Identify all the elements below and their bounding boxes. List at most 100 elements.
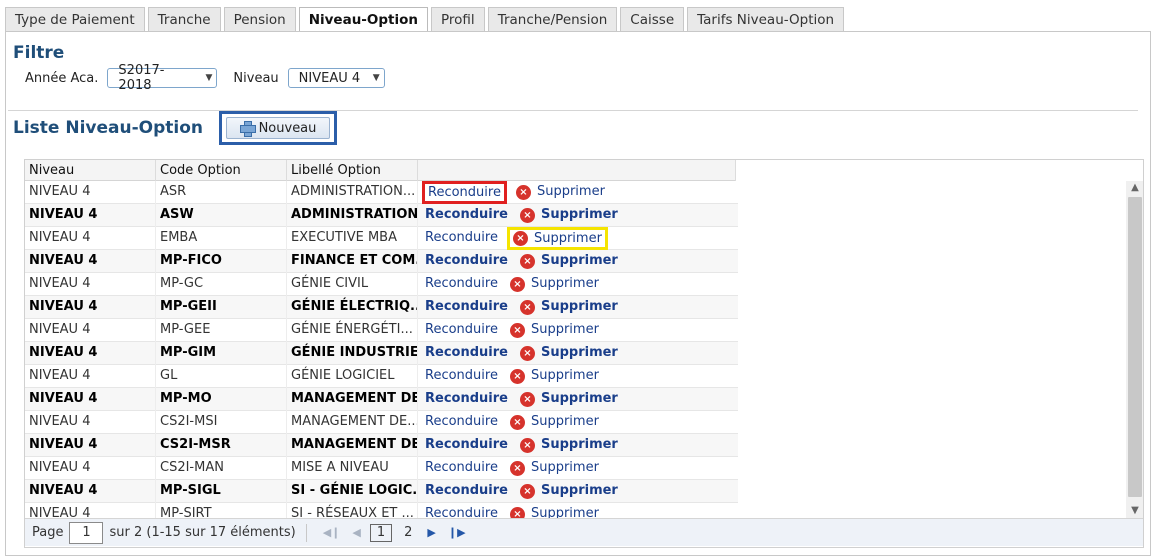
tab-niveau-option[interactable]: Niveau-Option	[298, 7, 429, 33]
column-header-libelle[interactable]: Libellé Option	[287, 160, 418, 181]
delete-link[interactable]: Supprimer	[531, 273, 599, 295]
delete-action[interactable]: × Supprimer	[517, 204, 621, 226]
renew-link[interactable]: Reconduire	[422, 480, 511, 502]
delete-action[interactable]: × Supprimer	[517, 296, 621, 318]
delete-action[interactable]: × Supprimer	[513, 181, 608, 203]
delete-action[interactable]: × Supprimer	[507, 457, 602, 479]
delete-circle-icon[interactable]: ×	[519, 207, 535, 223]
delete-link[interactable]: Supprimer	[541, 434, 618, 456]
table-row[interactable]: NIVEAU 4CS2I-MSRMANAGEMENT DE...Recondui…	[25, 433, 738, 457]
delete-circle-icon[interactable]: ×	[509, 368, 525, 384]
previous-page-icon[interactable]: ◀	[352, 526, 360, 539]
delete-circle-icon[interactable]: ×	[519, 299, 535, 315]
delete-link[interactable]: Supprimer	[541, 204, 618, 226]
delete-link[interactable]: Supprimer	[531, 411, 599, 433]
delete-circle-icon[interactable]: ×	[519, 483, 535, 499]
new-button[interactable]: Nouveau	[226, 117, 330, 139]
table-row[interactable]: NIVEAU 4 EMBA EXECUTIVE MBA Reconduire × Supp…	[25, 226, 738, 250]
plus-icon	[239, 121, 256, 137]
table-row[interactable]: NIVEAU 4 CS2I-MSI MANAGEMENT DE... Recondui…	[25, 410, 738, 434]
table-row[interactable]: NIVEAU 4ASWADMINISTRATION...Reconduire × S…	[25, 203, 738, 227]
table-row[interactable]: NIVEAU 4MP-MOMANAGEMENT DE...Reconduire ×…	[25, 387, 738, 411]
delete-circle-icon[interactable]: ×	[519, 437, 535, 453]
last-page-icon[interactable]: ❙▶	[448, 526, 466, 539]
delete-link[interactable]: Supprimer	[537, 181, 605, 203]
delete-circle-icon[interactable]: ×	[515, 184, 531, 200]
delete-link[interactable]: Supprimer	[541, 342, 618, 364]
renew-link[interactable]: Reconduire	[422, 250, 511, 272]
delete-circle-icon[interactable]: ×	[509, 414, 525, 430]
delete-action[interactable]: × Supprimer	[517, 342, 621, 364]
delete-action[interactable]: × Supprimer	[517, 250, 621, 272]
vertical-scrollbar[interactable]: ▲ ▼	[1126, 181, 1143, 518]
table-row[interactable]: NIVEAU 4 GL GÉNIE LOGICIEL Reconduire × Suppr…	[25, 364, 738, 388]
renew-link[interactable]: Reconduire	[422, 227, 501, 249]
renew-link[interactable]: Reconduire	[422, 204, 511, 226]
tab-tarifs-niveau-option[interactable]: Tarifs Niveau-Option	[687, 7, 845, 32]
page-input[interactable]: 1	[69, 521, 104, 544]
renew-link[interactable]: Reconduire	[422, 342, 511, 364]
page-number-current[interactable]: 1	[369, 523, 393, 542]
tab-profil[interactable]: Profil	[431, 7, 485, 32]
delete-circle-icon[interactable]: ×	[519, 345, 535, 361]
delete-link[interactable]: Supprimer	[541, 480, 618, 502]
next-page-icon[interactable]: ▶	[427, 526, 435, 539]
tab-tranche-pension[interactable]: Tranche/Pension	[487, 7, 618, 32]
table-row[interactable]: NIVEAU 4MP-GIMGÉNIE INDUSTRIE...Recondui…	[25, 341, 738, 365]
delete-circle-icon[interactable]: ×	[509, 460, 525, 476]
delete-link[interactable]: Supprimer	[534, 230, 602, 247]
renew-link[interactable]: Reconduire	[422, 273, 501, 295]
delete-action[interactable]: × Supprimer	[517, 388, 621, 410]
delete-circle-icon[interactable]: ×	[519, 253, 535, 269]
table-row[interactable]: NIVEAU 4 MP-GEE GÉNIE ÉNERGÉTI... Reconduir…	[25, 318, 738, 342]
renew-link[interactable]: Reconduire	[422, 411, 501, 433]
delete-action[interactable]: × Supprimer	[517, 480, 621, 502]
grid-rows: NIVEAU 4 ASR ADMINISTRATION... Reconduire × S…	[25, 180, 738, 526]
renew-link[interactable]: Reconduire	[422, 457, 501, 479]
tab-tranche[interactable]: Tranche	[147, 7, 221, 32]
delete-link[interactable]: Supprimer	[541, 296, 618, 318]
delete-circle-icon[interactable]: ×	[519, 391, 535, 407]
delete-action[interactable]: × Supprimer	[507, 319, 602, 341]
delete-action[interactable]: × Supprimer	[507, 411, 602, 433]
table-row[interactable]: NIVEAU 4 MP-SIGL SI - GÉNIE LOGIC... Recond…	[25, 479, 738, 503]
delete-circle-icon[interactable]: ×	[509, 276, 525, 292]
cell-code: CS2I-MSR	[156, 433, 287, 457]
delete-circle-icon[interactable]: ×	[509, 322, 525, 338]
table-row[interactable]: NIVEAU 4 MP-GC GÉNIE CIVIL Reconduire × Suppr…	[25, 272, 738, 296]
delete-circle-icon[interactable]: ×	[512, 230, 528, 246]
year-select[interactable]: S2017-2018 ▼	[107, 63, 218, 93]
table-row[interactable]: NIVEAU 4 ASR ADMINISTRATION... Reconduire × S…	[25, 180, 738, 204]
delete-link[interactable]: Supprimer	[531, 457, 599, 479]
tab-type-de-paiement[interactable]: Type de Paiement	[5, 7, 145, 32]
renew-link[interactable]: Reconduire	[422, 319, 501, 341]
scroll-up-icon[interactable]: ▲	[1126, 181, 1143, 195]
tab-caisse[interactable]: Caisse	[620, 7, 685, 32]
renew-link[interactable]: Reconduire	[422, 365, 501, 387]
delete-action[interactable]: × Supprimer	[517, 434, 621, 456]
table-row[interactable]: NIVEAU 4 MP-GEII GÉNIE ÉLECTRIQ... Recondui…	[25, 295, 738, 319]
delete-link[interactable]: Supprimer	[541, 388, 618, 410]
delete-action[interactable]: × Supprimer	[507, 273, 602, 295]
cell-niveau: NIVEAU 4	[25, 318, 156, 342]
delete-link[interactable]: Supprimer	[531, 319, 599, 341]
scroll-down-icon[interactable]: ▼	[1126, 504, 1143, 518]
renew-link[interactable]: Reconduire	[422, 388, 511, 410]
table-row[interactable]: NIVEAU 4 MP-FICO FINANCE ET COM... Recondui…	[25, 249, 738, 273]
delete-action[interactable]: × Supprimer	[507, 365, 602, 387]
table-row[interactable]: NIVEAU 4 CS2I-MAN MISE A NIVEAU Reconduire ×…	[25, 456, 738, 480]
renew-link[interactable]: Reconduire	[422, 434, 511, 456]
delete-link[interactable]: Supprimer	[531, 365, 599, 387]
renew-link[interactable]: Reconduire	[422, 296, 511, 318]
column-header-niveau[interactable]: Niveau	[25, 160, 156, 181]
page-number[interactable]: 2	[398, 525, 418, 540]
delete-action[interactable]: × Supprimer	[506, 226, 608, 250]
cell-actions: Reconduire × Supprimer	[418, 296, 736, 319]
renew-link[interactable]: Reconduire	[422, 180, 507, 204]
tab-pension[interactable]: Pension	[223, 7, 296, 32]
column-header-code[interactable]: Code Option	[156, 160, 287, 181]
scrollbar-thumb[interactable]	[1128, 197, 1142, 497]
delete-link[interactable]: Supprimer	[541, 250, 618, 272]
level-select[interactable]: NIVEAU 4 ▼	[287, 68, 385, 88]
first-page-icon[interactable]: ◀❙	[323, 526, 341, 539]
